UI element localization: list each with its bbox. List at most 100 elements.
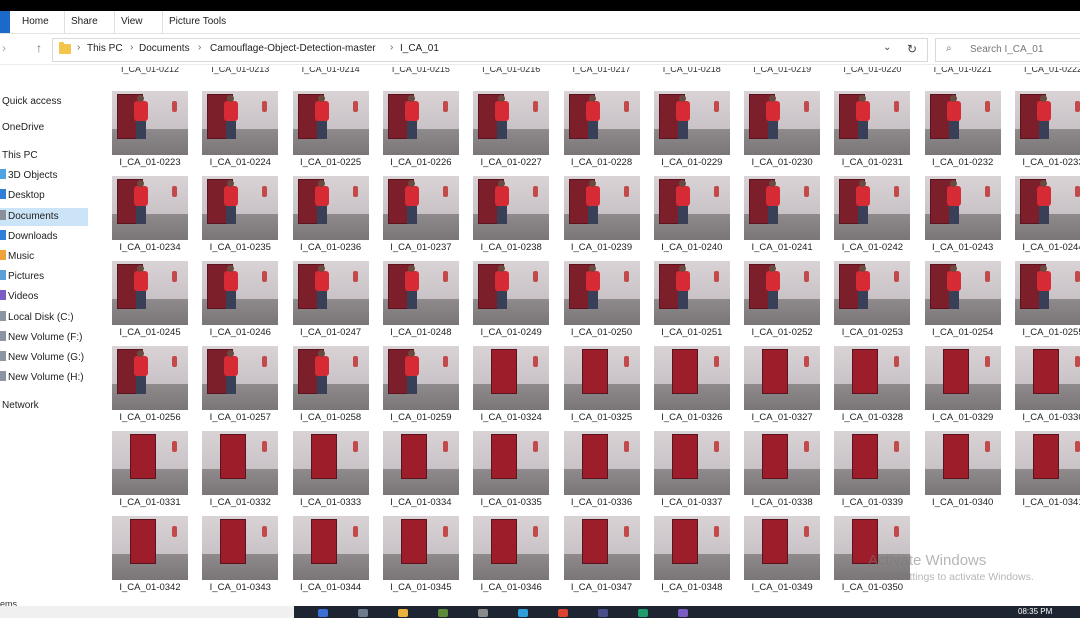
file-tile[interactable]: I_CA_01-0250 [556,261,646,339]
sidebar-item-desktop[interactable]: Desktop [0,187,88,205]
file-tile[interactable]: I_CA_01-0244 [1007,176,1080,254]
file-name-label[interactable]: I_CA_01-0248 [375,327,467,338]
file-tile[interactable]: I_CA_01-0344 [285,516,375,594]
file-name-label[interactable]: I_CA_01-0259 [375,412,467,423]
file-tile[interactable]: I_CA_01-0347 [556,516,646,594]
file-tile[interactable]: I_CA_01-0231 [826,91,916,169]
image-thumbnail[interactable] [382,261,459,325]
file-tile[interactable]: I_CA_01-0348 [646,516,736,594]
file-tile[interactable]: I_CA_01-0243 [917,176,1007,254]
file-tile[interactable]: I_CA_01-0333 [285,431,375,509]
image-thumbnail[interactable] [112,431,188,495]
file-tile[interactable]: I_CA_01-0331 [104,431,194,509]
image-thumbnail[interactable] [202,516,279,580]
image-thumbnail[interactable] [653,516,730,580]
image-thumbnail[interactable] [834,431,911,495]
file-name-label[interactable]: I_CA_01-0225 [285,157,377,168]
file-tile[interactable]: I_CA_01-0254 [917,261,1007,339]
file-name-label[interactable]: I_CA_01-0330 [1007,412,1080,423]
image-thumbnail[interactable] [744,91,821,155]
file-name-label[interactable]: I_CA_01-0216 [471,67,551,74]
image-thumbnail[interactable] [834,91,911,155]
taskbar-app-icon[interactable] [398,609,408,617]
image-thumbnail[interactable] [924,431,1001,495]
file-tile[interactable]: I_CA_01-0246 [194,261,284,339]
file-name-label[interactable]: I_CA_01-0252 [736,327,828,338]
image-thumbnail[interactable] [202,261,279,325]
file-name-label[interactable]: I_CA_01-0232 [917,157,1009,168]
chevron-down-icon[interactable]: ⌄ [883,42,891,53]
file-tile[interactable]: I_CA_01-0235 [194,176,284,254]
image-thumbnail[interactable] [292,431,369,495]
image-thumbnail[interactable] [653,91,730,155]
file-name-label[interactable]: I_CA_01-0228 [556,157,648,168]
sidebar-item-this-pc[interactable]: This PC [2,147,90,165]
file-tile[interactable]: I_CA_01-0327 [736,346,826,424]
file-tile[interactable]: I_CA_01-0256 [104,346,194,424]
breadcrumb-documents[interactable]: Documents [139,43,190,54]
file-name-label[interactable]: I_CA_01-0324 [465,412,557,423]
image-thumbnail[interactable] [202,176,279,240]
image-thumbnail[interactable] [473,261,550,325]
file-tile[interactable]: I_CA_01-0349 [736,516,826,594]
file-name-label[interactable]: I_CA_01-0233 [1007,157,1080,168]
image-thumbnail[interactable] [112,261,188,325]
file-tile[interactable]: I_CA_01-0232 [917,91,1007,169]
file-name-label[interactable]: I_CA_01-0327 [736,412,828,423]
file-tile[interactable]: I_CA_01-0252 [736,261,826,339]
file-name-label[interactable]: I_CA_01-0342 [104,582,196,593]
file-name-label[interactable]: I_CA_01-0250 [556,327,648,338]
file-tile[interactable]: I_CA_01-0258 [285,346,375,424]
sidebar-item-new-volume-h[interactable]: New Volume (H:) [0,369,88,387]
image-thumbnail[interactable] [1015,176,1080,240]
image-thumbnail[interactable] [744,346,821,410]
file-name-label[interactable]: I_CA_01-0231 [826,157,918,168]
file-tile[interactable]: I_CA_01-0226 [375,91,465,169]
file-name-label[interactable]: I_CA_01-0258 [285,412,377,423]
file-name-label[interactable]: I_CA_01-0241 [736,242,828,253]
file-tile[interactable]: I_CA_01-0259 [375,346,465,424]
tab-picture-tools[interactable]: Picture Tools [162,11,232,33]
image-thumbnail[interactable] [563,91,640,155]
file-tile[interactable]: I_CA_01-0245 [104,261,194,339]
sidebar-item-new-volume-f[interactable]: New Volume (F:) [0,329,88,347]
sidebar-item-documents[interactable]: Documents [0,208,88,226]
file-name-label[interactable]: I_CA_01-0255 [1007,327,1080,338]
file-name-label[interactable]: I_CA_01-0350 [826,582,918,593]
image-thumbnail[interactable] [112,516,188,580]
file-name-label[interactable]: I_CA_01-0346 [465,582,557,593]
file-name-label[interactable]: I_CA_01-0348 [646,582,738,593]
image-thumbnail[interactable] [744,431,821,495]
file-tile[interactable]: I_CA_01-0330 [1007,346,1080,424]
file-tile[interactable]: I_CA_01-0342 [104,516,194,594]
file-name-label[interactable]: I_CA_01-0340 [917,497,1009,508]
image-thumbnail[interactable] [382,431,459,495]
file-tile[interactable]: I_CA_01-0328 [826,346,916,424]
file-name-label[interactable]: I_CA_01-0246 [194,327,286,338]
file-tile[interactable]: I_CA_01-0227 [465,91,555,169]
file-name-label[interactable]: I_CA_01-0343 [194,582,286,593]
file-tile[interactable]: I_CA_01-0238 [465,176,555,254]
refresh-icon[interactable]: ↻ [901,38,923,60]
file-name-label[interactable]: I_CA_01-0242 [826,242,918,253]
file-name-label[interactable]: I_CA_01-0235 [194,242,286,253]
breadcrumb-this-pc[interactable]: This PC [87,43,123,54]
image-thumbnail[interactable] [924,91,1001,155]
image-thumbnail[interactable] [834,346,911,410]
file-tile[interactable]: I_CA_01-0337 [646,431,736,509]
taskbar-app-icon[interactable] [478,609,488,617]
file-tile[interactable]: I_CA_01-0241 [736,176,826,254]
sidebar-item-videos[interactable]: Videos [0,288,88,306]
file-name-label[interactable]: I_CA_01-0240 [646,242,738,253]
file-tile[interactable]: I_CA_01-0340 [917,431,1007,509]
image-thumbnail[interactable] [1015,431,1080,495]
image-thumbnail[interactable] [653,346,730,410]
file-name-label[interactable]: I_CA_01-0341 [1007,497,1080,508]
file-name-label[interactable]: I_CA_01-0337 [646,497,738,508]
file-tile[interactable]: I_CA_01-0229 [646,91,736,169]
image-thumbnail[interactable] [563,516,640,580]
file-name-label[interactable]: I_CA_01-0345 [375,582,467,593]
file-tile[interactable]: I_CA_01-0230 [736,91,826,169]
taskbar-app-icon[interactable] [358,609,368,617]
sidebar-item-downloads[interactable]: Downloads [0,228,88,246]
